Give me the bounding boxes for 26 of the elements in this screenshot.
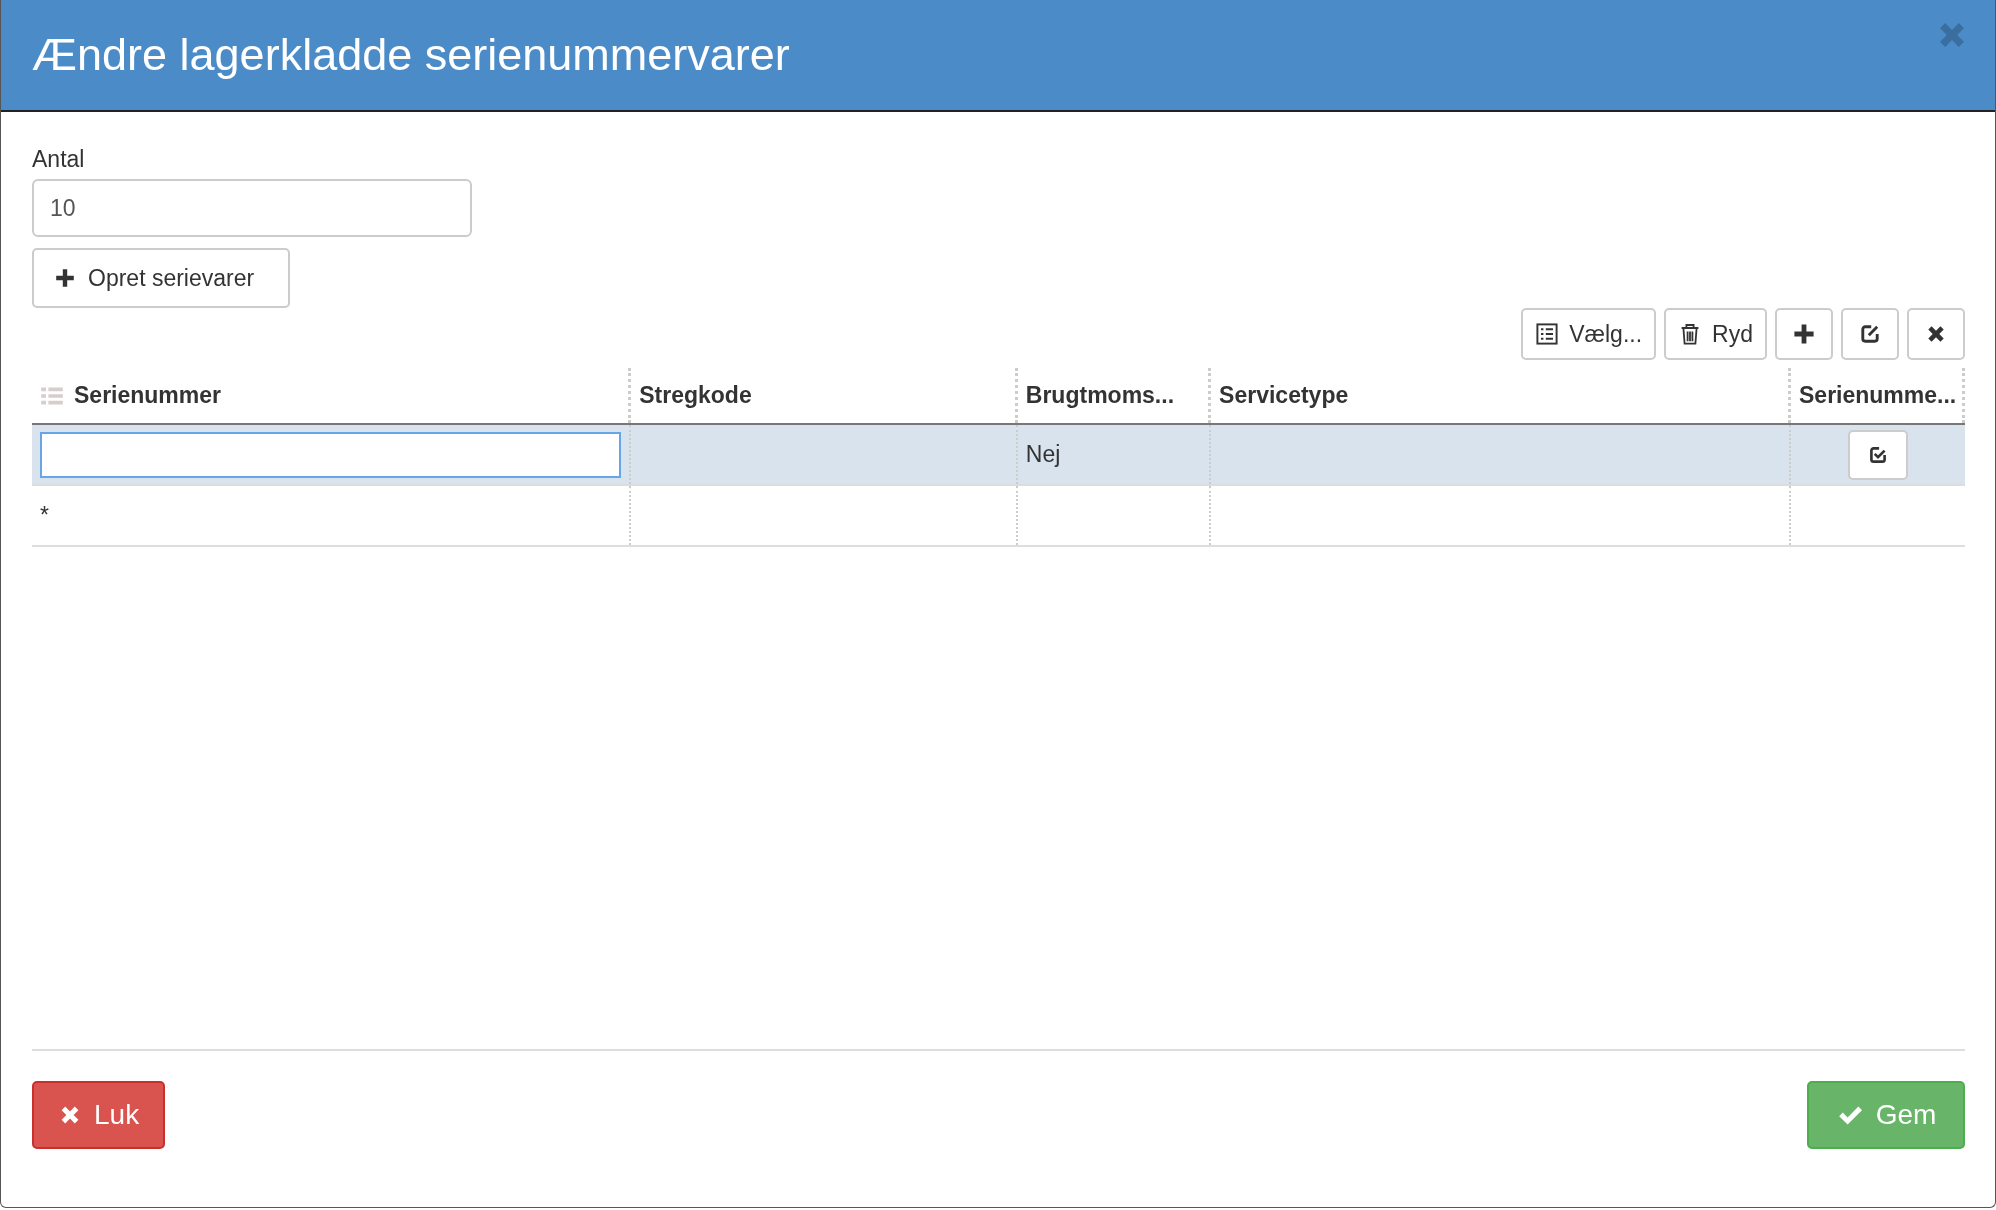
table-row[interactable]: * — [32, 486, 1965, 547]
create-button[interactable]: Opret serievarer — [32, 248, 290, 308]
delete-button[interactable] — [1907, 308, 1965, 360]
clear-button[interactable]: Ryd — [1664, 308, 1767, 360]
list-icon — [1535, 322, 1560, 346]
new-row-marker: * — [40, 502, 49, 529]
edit-icon — [1858, 322, 1882, 346]
plus-icon — [54, 267, 76, 289]
edit-button[interactable] — [1841, 308, 1899, 360]
column-header[interactable]: Brugtmoms... — [1025, 382, 1175, 409]
dialog-title: Ændre lagerkladde serienummervarer — [32, 29, 790, 81]
confirm-button[interactable] — [1848, 429, 1908, 480]
choose-button[interactable]: Vælg... — [1521, 308, 1657, 360]
add-button[interactable] — [1775, 308, 1833, 360]
close-button[interactable]: Luk — [32, 1081, 166, 1149]
column-header[interactable]: Serienummer — [74, 382, 221, 409]
quantity-field[interactable]: 10 — [32, 179, 472, 237]
column-header[interactable]: Serienumme... — [1799, 382, 1957, 409]
column-header[interactable]: Servicetype — [1219, 382, 1349, 409]
serial-number-field[interactable] — [40, 431, 622, 478]
field-label: Antal — [32, 146, 85, 173]
plus-icon — [1792, 322, 1816, 346]
selected-row[interactable]: Nej — [32, 425, 1965, 486]
table-cell: Nej — [1025, 441, 1061, 468]
column-header[interactable]: Stregkode — [639, 382, 752, 409]
delete-icon — [1925, 323, 1947, 345]
